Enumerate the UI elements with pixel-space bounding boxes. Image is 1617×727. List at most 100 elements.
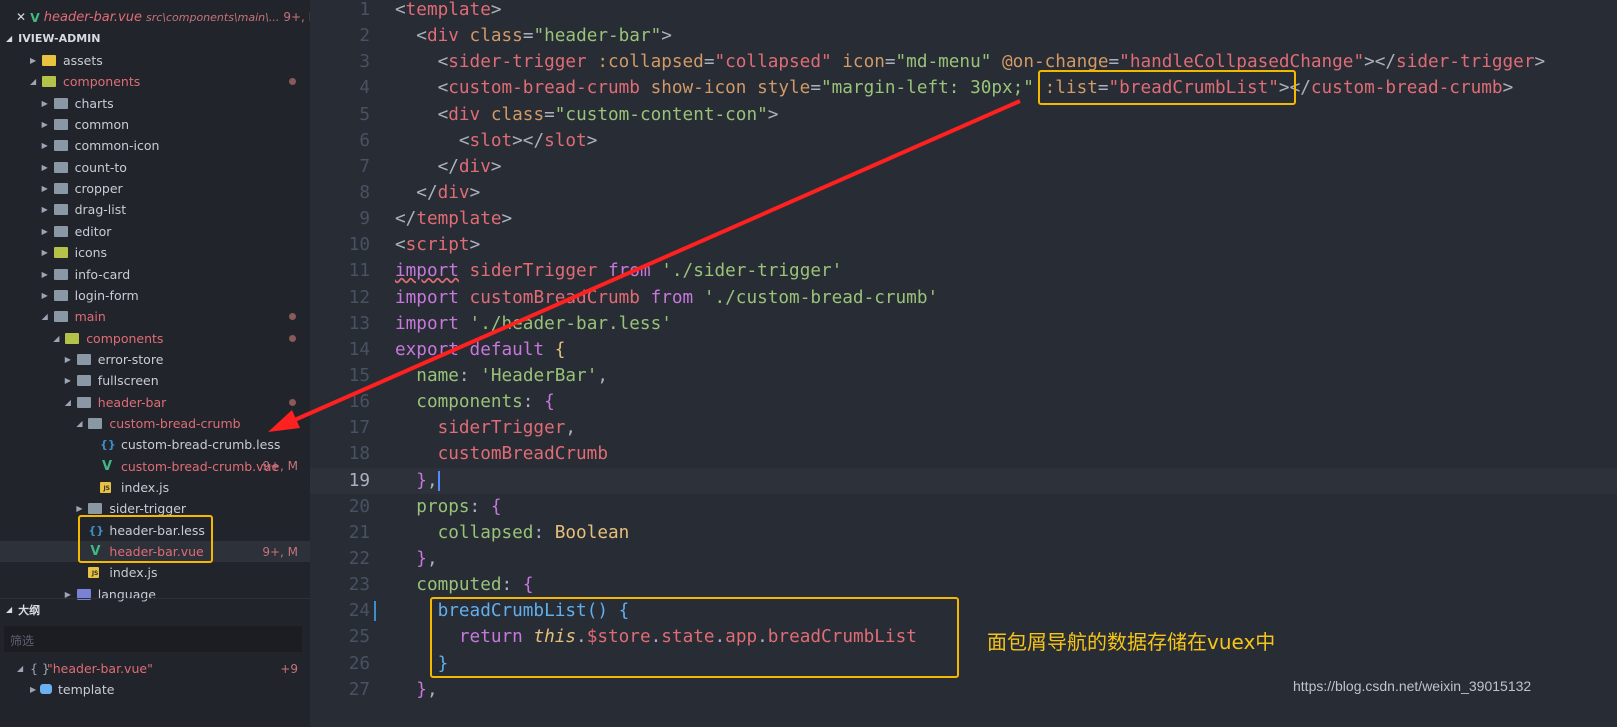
code-line[interactable]: 16 components: { <box>310 389 1617 415</box>
folder-icon <box>42 55 56 66</box>
code-line[interactable]: 23 computed: { <box>310 572 1617 598</box>
tree-item[interactable]: ▶ editor <box>0 221 310 242</box>
tree-item[interactable]: {} header-bar.less <box>0 520 310 541</box>
code-line[interactable]: 9 </template> <box>310 206 1617 232</box>
code-line[interactable]: 25 return this.$store.state.app.breadCru… <box>310 624 1617 650</box>
code-line[interactable]: 8 </div> <box>310 180 1617 206</box>
watermark: https://blog.csdn.net/weixin_39015132 <box>1293 678 1532 694</box>
line-number: 5 <box>359 104 370 125</box>
tree-item[interactable]: JS index.js <box>0 562 310 583</box>
collapsed-triangle-icon[interactable]: ▶ <box>42 99 48 108</box>
code-token: customBreadCrumb <box>395 444 608 465</box>
expanded-triangle-icon[interactable]: ◢ <box>53 334 59 343</box>
tree-item[interactable]: ▶ drag-list <box>0 199 310 220</box>
code-line[interactable]: 17 siderTrigger, <box>310 415 1617 441</box>
expanded-triangle-icon[interactable]: ◢ <box>30 77 36 86</box>
code-line[interactable]: 24 breadCrumbList() { <box>310 598 1617 624</box>
code-line[interactable]: 26 } <box>310 651 1617 677</box>
collapsed-triangle-icon[interactable]: ▶ <box>76 504 82 513</box>
collapsed-triangle-icon[interactable]: ▶ <box>42 184 48 193</box>
outline-filter-input[interactable]: 筛选 <box>4 626 302 652</box>
code-text: components: { <box>395 389 554 415</box>
expanded-triangle-icon[interactable]: ◢ <box>76 419 82 428</box>
code-line[interactable]: 2 <div class="header-bar"> <box>310 23 1617 49</box>
line-number: 7 <box>359 156 370 177</box>
tree-item[interactable]: ▶ login-form <box>0 285 310 306</box>
collapsed-triangle-icon[interactable]: ▶ <box>42 291 48 300</box>
line-number: 19 <box>348 470 370 491</box>
code-line[interactable]: 15 name: 'HeaderBar', <box>310 363 1617 389</box>
code-line[interactable]: 13 import './header-bar.less' <box>310 311 1617 337</box>
code-line[interactable]: 7 </div> <box>310 154 1617 180</box>
code-text: import siderTrigger from './sider-trigge… <box>395 258 842 284</box>
tree-item[interactable]: ▶ icons <box>0 242 310 263</box>
tree-item[interactable]: ▶ cropper <box>0 178 310 199</box>
tree-item[interactable]: ▶ info-card <box>0 264 310 285</box>
tree-item[interactable]: ◢ components <box>0 71 310 92</box>
collapsed-triangle-icon[interactable]: ▶ <box>42 205 48 214</box>
outline-section-header[interactable]: ◢ 大纲 <box>0 598 310 620</box>
collapsed-triangle-icon[interactable]: ▶ <box>42 141 48 150</box>
code-text: export default { <box>395 337 565 363</box>
collapsed-triangle-icon[interactable]: ▶ <box>65 355 71 364</box>
outline-item-file[interactable]: ◢ { } "header-bar.vue" +9 <box>0 658 310 679</box>
tree-item[interactable]: JS index.js <box>0 477 310 498</box>
collapsed-triangle-icon[interactable]: ▶ <box>30 56 36 65</box>
tree-item[interactable]: ◢ main <box>0 306 310 327</box>
folder-icon <box>53 247 68 259</box>
explorer-section-header[interactable]: ◢ IVIEW-ADMIN <box>0 27 310 49</box>
close-icon[interactable]: ✕ <box>16 10 26 24</box>
code-token: breadCrumbList <box>395 601 587 622</box>
code-token: { <box>544 339 566 360</box>
collapse-triangle-icon: ◢ <box>6 605 13 614</box>
line-number: 9 <box>359 209 370 230</box>
code-line[interactable]: 22 }, <box>310 546 1617 572</box>
collapsed-triangle-icon[interactable]: ▶ <box>42 120 48 129</box>
code-line[interactable]: 4 <custom-bread-crumb show-icon style="m… <box>310 75 1617 101</box>
code-line[interactable]: 10 <script> <box>310 232 1617 258</box>
collapsed-triangle-icon[interactable]: ▶ <box>42 163 48 172</box>
code-line[interactable]: 14 export default { <box>310 337 1617 363</box>
code-line[interactable]: 1 <template> <box>310 0 1617 23</box>
code-line[interactable]: 5 <div class="custom-content-con"> <box>310 102 1617 128</box>
code-line[interactable]: 21 collapsed: Boolean <box>310 520 1617 546</box>
collapsed-triangle-icon[interactable]: ▶ <box>42 227 48 236</box>
code-editor[interactable]: 1 <template> 2 <div class="header-bar"> 3 <… <box>310 0 1617 703</box>
tree-item[interactable]: ▶ common <box>0 114 310 135</box>
tree-item[interactable]: ▶ assets <box>0 50 310 71</box>
collapsed-triangle-icon[interactable]: ▶ <box>65 376 71 385</box>
expanded-triangle-icon[interactable]: ◢ <box>42 312 48 321</box>
tree-item[interactable]: Vcustom-bread-crumb.vue 9+, M <box>0 456 310 477</box>
code-token: : <box>533 522 555 543</box>
tree-item[interactable]: ▶ count-to <box>0 157 310 178</box>
tree-item[interactable]: {} custom-bread-crumb.less <box>0 434 310 455</box>
tree-item[interactable]: ▶ fullscreen <box>0 370 310 391</box>
tree-item-label: count-to <box>74 159 127 175</box>
tree-item[interactable]: Vheader-bar.vue 9+, M <box>0 541 310 563</box>
code-line[interactable]: 3 <sider-trigger :collapsed="collapsed" … <box>310 49 1617 75</box>
code-line[interactable]: 11 import siderTrigger from './sider-trig… <box>310 258 1617 284</box>
collapsed-triangle-icon[interactable]: ▶ <box>42 270 48 279</box>
tree-item[interactable]: ▶ error-store <box>0 349 310 370</box>
outline-item-template[interactable]: ▶ template <box>0 679 310 700</box>
collapsed-triangle-icon[interactable]: ▶ <box>42 248 48 257</box>
code-line[interactable]: 12 import customBreadCrumb from './custom… <box>310 285 1617 311</box>
code-line[interactable]: 20 props: { <box>310 494 1617 520</box>
code-line[interactable]: 18 customBreadCrumb <box>310 441 1617 467</box>
vue-file-icon: V <box>30 9 40 25</box>
code-text: }, <box>395 546 437 572</box>
less-file-icon: {} <box>88 523 105 537</box>
tree-item[interactable]: ▶ common-icon <box>0 135 310 156</box>
tree-item[interactable]: ◢ custom-bread-crumb <box>0 413 310 434</box>
tree-item[interactable]: ◢ header-bar <box>0 392 310 413</box>
code-line[interactable]: 6 <slot></slot> <box>310 128 1617 154</box>
expanded-triangle-icon[interactable]: ◢ <box>65 398 71 407</box>
code-text: <div class="custom-content-con"> <box>395 102 779 128</box>
modified-dot-icon <box>289 398 296 406</box>
tree-item[interactable]: ▶ sider-trigger <box>0 498 310 519</box>
open-editor-item[interactable]: ✕ V header-bar.vue src\components\main\.… <box>0 6 310 28</box>
tree-item[interactable]: ▶ charts <box>0 93 310 114</box>
code-line[interactable]: 19 }, <box>310 467 1617 494</box>
code-token: show-icon style <box>639 78 811 99</box>
tree-item[interactable]: ◢ components <box>0 328 310 349</box>
